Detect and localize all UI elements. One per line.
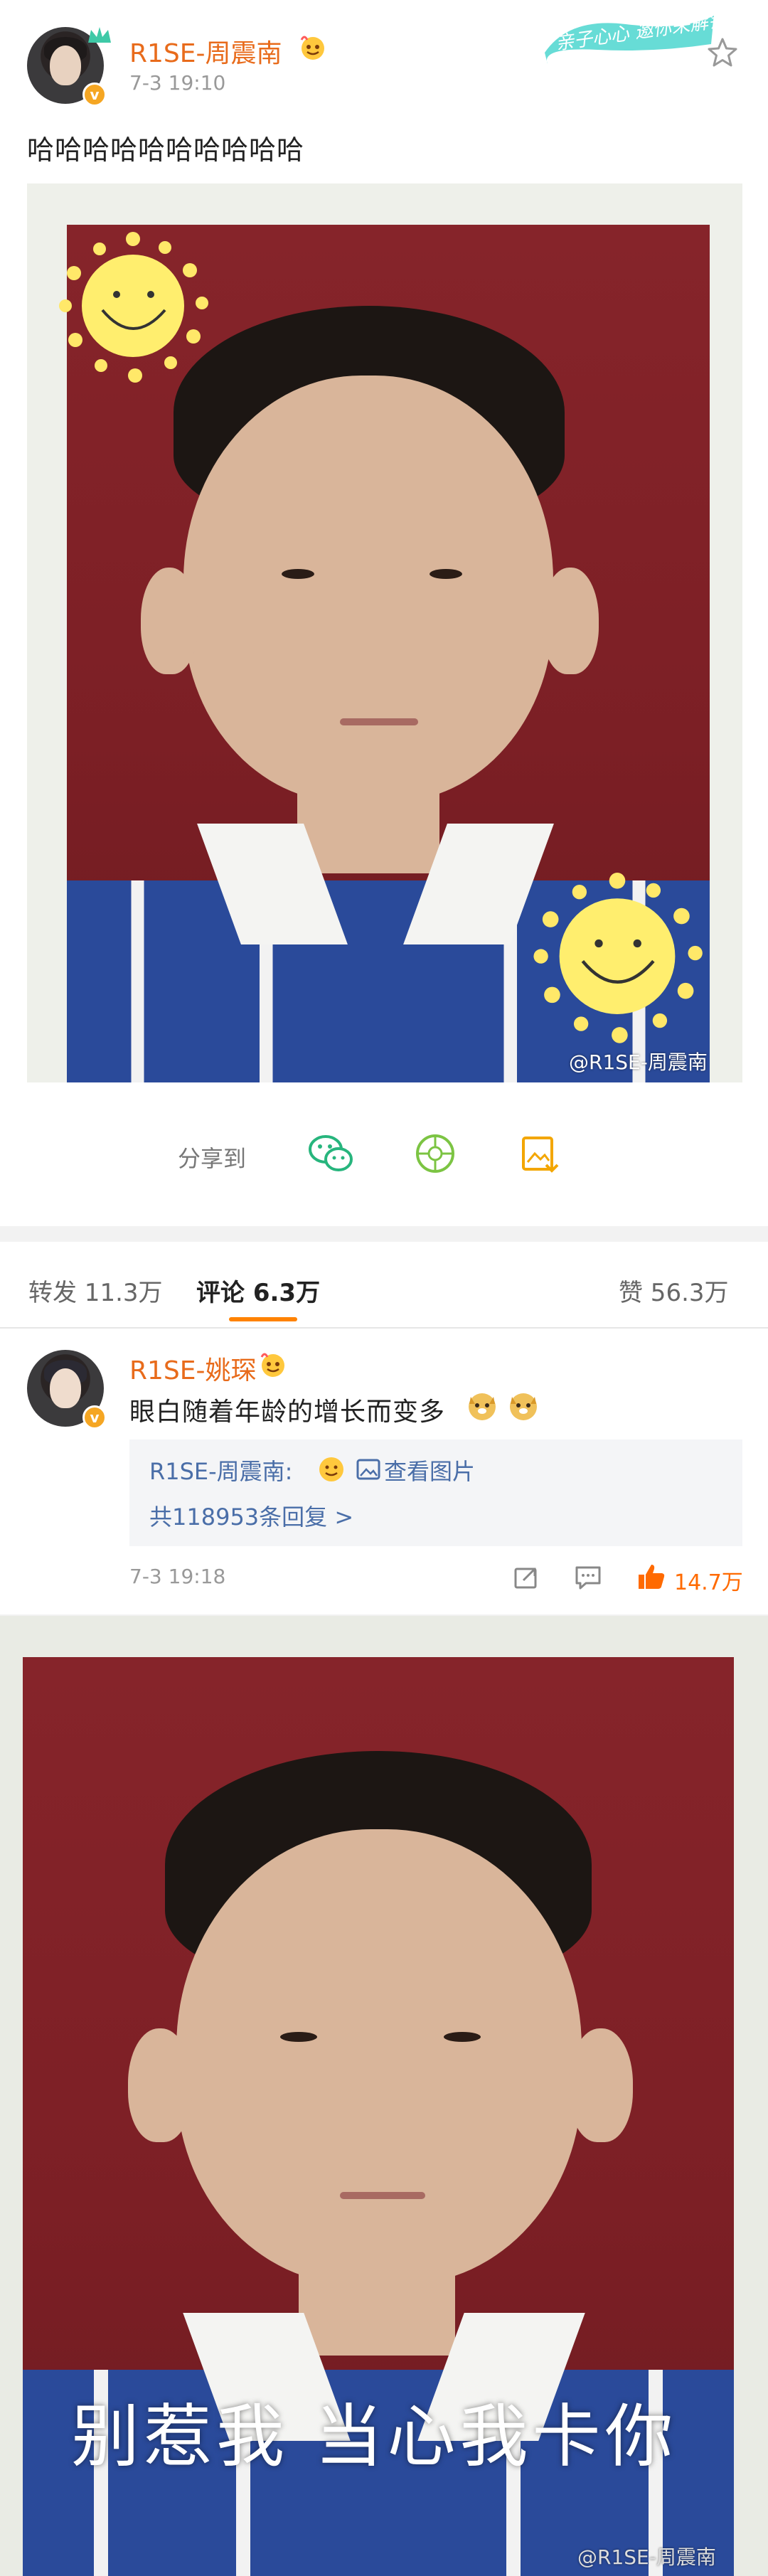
crown-icon bbox=[88, 27, 111, 43]
comment-username[interactable]: R1SE-姚琛 bbox=[129, 1350, 257, 1387]
vip-emoji-icon bbox=[300, 36, 324, 60]
share-label: 分享到 bbox=[178, 1145, 247, 1172]
comment-text: 眼白随着年龄的增长而变多 bbox=[129, 1398, 446, 1427]
reply-preview[interactable]: R1SE-周震南: 查看图片 共118953条回复 > bbox=[129, 1439, 742, 1546]
topic-sticker[interactable]: 亲子心心 邀你来解锁 bbox=[540, 3, 728, 67]
like-count: 14.7万 bbox=[674, 1570, 743, 1595]
doge-emoji bbox=[469, 1393, 496, 1420]
verified-badge-icon: v bbox=[82, 83, 107, 107]
image-icon bbox=[356, 1459, 380, 1480]
tabs-divider bbox=[0, 1327, 768, 1329]
vip-emoji-icon bbox=[260, 1353, 284, 1377]
smile-emoji-icon bbox=[319, 1457, 343, 1481]
comment-avatar[interactable]: v bbox=[27, 1350, 107, 1430]
reply-author[interactable]: R1SE-周震南: bbox=[149, 1454, 292, 1486]
post-time: 7-3 19:10 bbox=[129, 71, 226, 95]
tab-likes[interactable]: 赞 56.3万 bbox=[619, 1273, 729, 1308]
photo-watermark: @R1SE-周震南 bbox=[569, 1050, 708, 1074]
tab-comments[interactable]: 评论 6.3万 bbox=[196, 1273, 320, 1308]
doge-emoji bbox=[510, 1393, 537, 1420]
moments-icon[interactable] bbox=[414, 1132, 457, 1175]
image-watermark: @R1SE-周震南 bbox=[577, 2545, 716, 2569]
comment-image[interactable]: 别惹我 当心我卡你 @R1SE-周震南 bbox=[0, 1616, 768, 2576]
post-text: 哈哈哈哈哈哈哈哈哈哈 bbox=[27, 134, 305, 166]
post-photo[interactable]: @R1SE-周震南 bbox=[27, 183, 742, 1082]
meme-caption: 别惹我 当心我卡你 bbox=[71, 2397, 678, 2476]
wechat-icon[interactable] bbox=[307, 1132, 356, 1175]
like-icon[interactable] bbox=[636, 1562, 667, 1592]
tab-active-indicator bbox=[229, 1317, 297, 1321]
sun-sticker-icon bbox=[59, 232, 208, 383]
verified-badge-icon: v bbox=[82, 1405, 107, 1430]
save-image-icon[interactable] bbox=[519, 1132, 562, 1175]
avatar[interactable]: v bbox=[27, 27, 111, 107]
section-divider bbox=[0, 1226, 768, 1242]
comment-time: 7-3 19:18 bbox=[129, 1565, 226, 1588]
tab-repost[interactable]: 转发 11.3万 bbox=[28, 1273, 163, 1308]
share-icon[interactable] bbox=[512, 1563, 540, 1592]
post-username[interactable]: R1SE-周震南 bbox=[129, 33, 282, 70]
favorite-star-icon[interactable] bbox=[705, 36, 740, 70]
comment-icon[interactable] bbox=[573, 1563, 603, 1592]
reply-count-link[interactable]: 共118953条回复 > bbox=[149, 1499, 353, 1532]
view-image-link[interactable]: 查看图片 bbox=[384, 1454, 475, 1486]
sun-sticker-icon bbox=[533, 873, 703, 1043]
